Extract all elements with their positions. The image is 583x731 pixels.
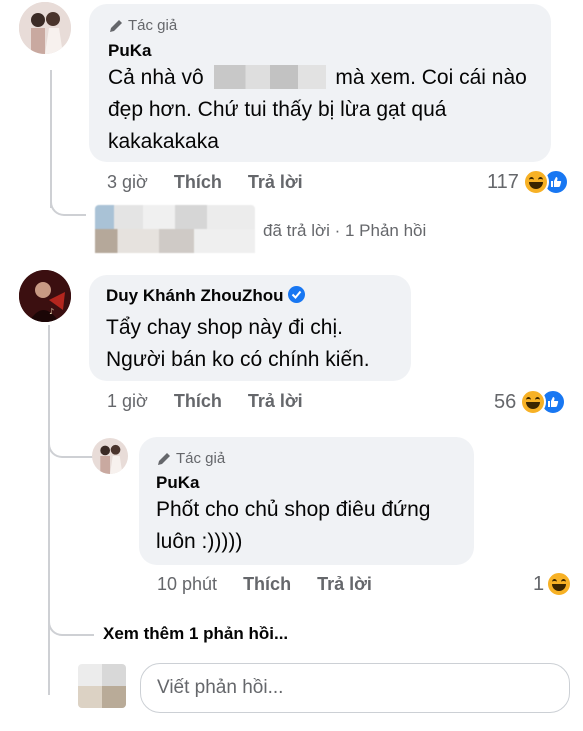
reply-button[interactable]: Trả lời — [317, 574, 372, 595]
svg-text:♪: ♪ — [49, 307, 54, 316]
author-tag-label: Tác giả — [176, 450, 226, 467]
avatar-puka[interactable] — [92, 438, 128, 474]
like-button[interactable]: Thích — [243, 574, 291, 595]
comment-time[interactable]: 1 giờ — [107, 391, 148, 412]
see-more-replies-link[interactable]: Xem thêm 1 phản hồi... — [103, 624, 288, 644]
comment-bubble: Duy Khánh ZhouZhou Tẩy chay shop này đi … — [89, 275, 411, 381]
comment-actions: 1 giờ Thích Trả lời — [107, 391, 329, 412]
thread-line-curve — [50, 196, 86, 216]
reaction-summary[interactable]: 1 — [533, 571, 573, 597]
comment-actions: 3 giờ Thích Trả lời — [107, 172, 329, 193]
avatar-duy-khanh[interactable]: ♪ — [19, 270, 71, 322]
comment-author[interactable]: PuKa — [108, 41, 151, 61]
haha-reaction-icon — [522, 169, 549, 195]
comment-text: Tẩy chay shop này đi chị. Người bán ko c… — [106, 316, 370, 371]
comment-author[interactable]: Duy Khánh ZhouZhou — [106, 286, 305, 306]
pencil-icon — [158, 452, 170, 465]
reply-time[interactable]: 10 phút — [157, 574, 217, 595]
reply-input-placeholder: Viết phản hồi... — [157, 677, 284, 698]
thread-line-curve — [48, 618, 94, 636]
verified-badge-icon — [287, 286, 305, 303]
censored-blur — [213, 65, 326, 89]
like-button[interactable]: Thích — [174, 172, 222, 193]
current-user-avatar-blurred — [78, 664, 126, 708]
reply-button[interactable]: Trả lời — [248, 172, 303, 193]
thread-line — [50, 70, 52, 208]
thread-line-curve — [48, 440, 94, 458]
reply-actions: 10 phút Thích Trả lời — [157, 574, 398, 595]
comment-bubble: Tác giả PuKa Cả nhà vô mà xem. Coi cái n… — [89, 4, 551, 162]
pencil-icon — [110, 19, 122, 32]
reaction-summary[interactable]: 56 — [494, 389, 567, 415]
thread-line — [48, 325, 50, 695]
reaction-count: 117 — [487, 170, 519, 193]
haha-reaction-icon — [520, 389, 547, 415]
reply-input[interactable]: Viết phản hồi... — [140, 663, 570, 713]
like-button[interactable]: Thích — [174, 391, 222, 412]
reaction-summary[interactable]: 117 — [487, 169, 569, 195]
comment-text: Cả nhà vô mà xem. Coi cái nào đẹp hơn. C… — [108, 65, 527, 153]
author-badge: Tác giả — [156, 450, 225, 467]
reaction-count: 1 — [533, 572, 545, 595]
comment-time[interactable]: 3 giờ — [107, 172, 148, 193]
reaction-count: 56 — [494, 390, 517, 413]
reply-text: Phốt cho chủ shop điêu đứng luôn :))))) — [156, 498, 431, 553]
author-tag-label: Tác giả — [128, 17, 178, 34]
reply-button[interactable]: Trả lời — [248, 391, 303, 412]
replier-avatars-blurred[interactable] — [95, 205, 255, 253]
author-badge: Tác giả — [108, 17, 177, 34]
replies-summary[interactable]: đã trả lời · 1 Phản hồi — [263, 221, 426, 241]
avatar-puka[interactable] — [19, 2, 71, 54]
reply-bubble: Tác giả PuKa Phốt cho chủ shop điêu đứng… — [139, 437, 474, 565]
haha-reaction-icon — [546, 571, 573, 597]
reply-author[interactable]: PuKa — [156, 473, 199, 493]
